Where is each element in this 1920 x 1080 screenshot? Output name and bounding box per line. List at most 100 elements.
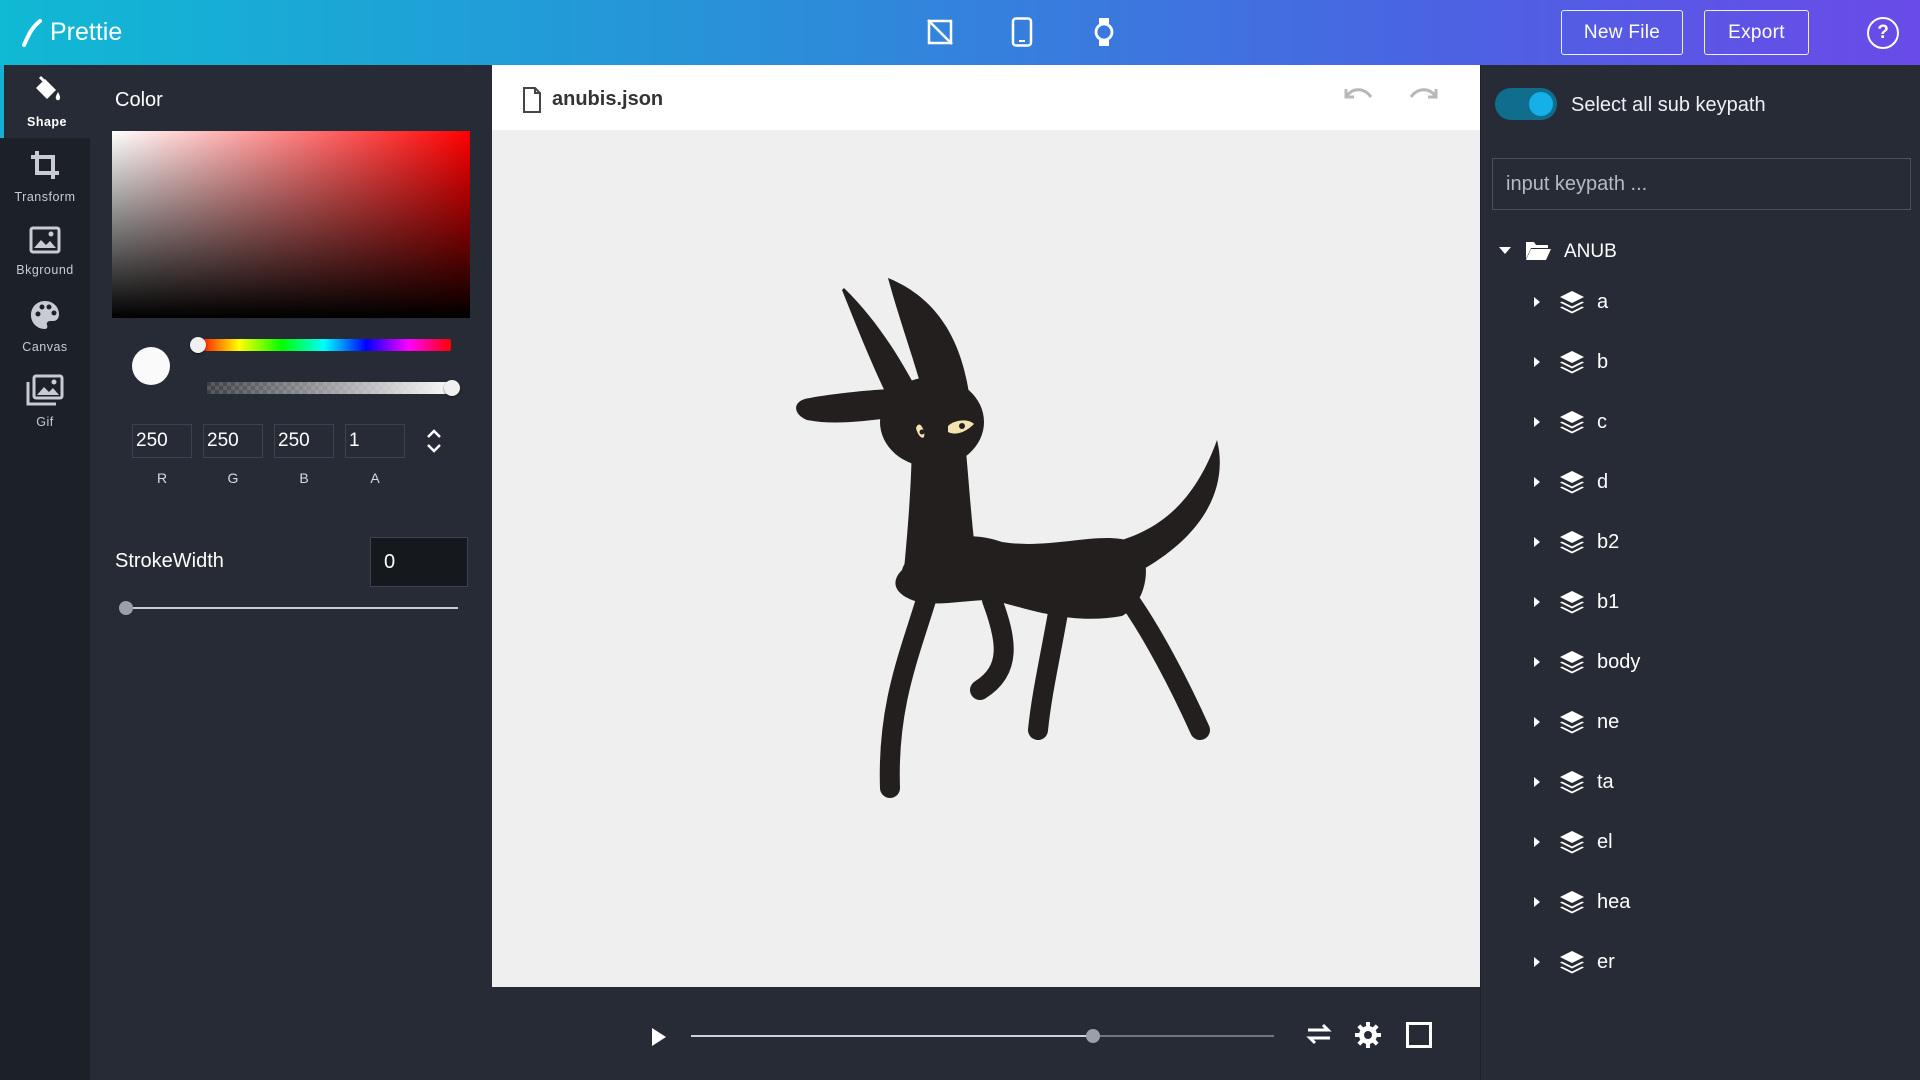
caret-right-icon[interactable] [1527, 656, 1547, 668]
caret-right-icon[interactable] [1527, 896, 1547, 908]
layers-panel: Select all sub keypath ANUB a b c d b2 b1 body… [1480, 65, 1920, 1080]
alpha-field[interactable] [345, 424, 405, 458]
caret-right-icon[interactable] [1527, 776, 1547, 788]
watch-icon[interactable] [1084, 10, 1124, 54]
layer-item-label: ta [1597, 770, 1614, 793]
red-field[interactable] [132, 424, 192, 458]
phone-icon[interactable] [1002, 10, 1042, 54]
layer-item[interactable]: ta [1527, 767, 1614, 797]
layer-item[interactable]: ne [1527, 707, 1619, 737]
rail-item-transform[interactable]: Transform [0, 140, 90, 213]
caret-right-icon[interactable] [1527, 716, 1547, 728]
caret-right-icon[interactable] [1527, 956, 1547, 968]
layer-item[interactable]: d [1527, 467, 1608, 497]
green-field[interactable] [203, 424, 263, 458]
select-all-toggle[interactable] [1495, 88, 1557, 120]
layers-icon [1559, 530, 1585, 554]
blue-field[interactable] [274, 424, 334, 458]
caret-right-icon[interactable] [1527, 476, 1547, 488]
layers-icon [1559, 710, 1585, 734]
timeline-progress [691, 1035, 1094, 1037]
layer-item[interactable]: hea [1527, 887, 1630, 917]
stroke-width-slider-handle[interactable] [119, 601, 133, 615]
loop-icon[interactable] [1304, 1021, 1334, 1052]
layers-icon [1559, 770, 1585, 794]
image-icon [29, 226, 61, 259]
caret-right-icon[interactable] [1527, 836, 1547, 848]
top-bar: Prettie New File Export ? [0, 0, 1920, 65]
palette-icon [29, 299, 61, 336]
device-selector [920, 10, 1124, 54]
new-file-button[interactable]: New File [1561, 10, 1683, 55]
layer-item-label: ne [1597, 710, 1620, 733]
layers-icon [1559, 950, 1585, 974]
rail-item-shape[interactable]: Shape [0, 65, 90, 138]
layer-item[interactable]: b [1527, 347, 1608, 377]
tree-root-label: ANUB [1564, 241, 1617, 262]
settings-icon[interactable] [1354, 1021, 1382, 1054]
caret-right-icon[interactable] [1527, 296, 1547, 308]
layer-item[interactable]: b2 [1527, 527, 1619, 557]
no-device-icon[interactable] [920, 10, 960, 54]
layers-icon [1559, 410, 1585, 434]
layer-item[interactable]: b1 [1527, 587, 1619, 617]
layers-icon [1559, 830, 1585, 854]
rail-item-gif[interactable]: Gif [0, 365, 90, 438]
play-icon[interactable] [650, 1027, 668, 1052]
timeline-handle[interactable] [1086, 1029, 1101, 1043]
rail-item-bkground[interactable]: Bkground [0, 215, 90, 288]
layer-item-label: a [1597, 290, 1609, 313]
layer-item[interactable]: c [1527, 407, 1607, 437]
layer-item[interactable]: body [1527, 647, 1640, 677]
layers-icon [1559, 890, 1585, 914]
caret-right-icon[interactable] [1527, 416, 1547, 428]
layer-item-label: er [1597, 950, 1615, 973]
alpha-slider[interactable] [207, 382, 451, 394]
rail-item-label: Canvas [22, 340, 68, 354]
rail-item-label: Shape [26, 115, 67, 129]
tree-root[interactable]: ANUB [1498, 237, 1617, 267]
caret-right-icon[interactable] [1527, 356, 1547, 368]
crop-icon [29, 149, 61, 186]
keypath-input[interactable] [1492, 158, 1911, 210]
file-name: anubis.json [552, 88, 664, 110]
stroke-width-input[interactable] [370, 537, 468, 587]
layers-icon [1559, 470, 1585, 494]
caret-right-icon[interactable] [1527, 536, 1547, 548]
layer-item-label: body [1597, 650, 1641, 673]
layer-item[interactable]: el [1527, 827, 1613, 857]
hue-slider[interactable] [197, 339, 451, 351]
help-icon[interactable]: ? [1867, 17, 1899, 49]
layer-item-label: d [1597, 470, 1609, 493]
caret-right-icon[interactable] [1527, 596, 1547, 608]
file-icon [522, 87, 542, 118]
select-all-label: Select all sub keypath [1571, 94, 1766, 116]
stroke-width-slider[interactable] [125, 607, 458, 609]
export-button[interactable]: Export [1704, 10, 1809, 55]
images-icon [26, 374, 64, 411]
alpha-slider-handle[interactable] [444, 380, 460, 396]
rail-item-canvas[interactable]: Canvas [0, 290, 90, 363]
rail-item-label: Bkground [16, 263, 74, 277]
hue-slider-handle[interactable] [190, 337, 206, 353]
folder-open-icon [1524, 239, 1552, 266]
rail-item-label: Gif [36, 415, 54, 429]
layer-item[interactable]: a [1527, 287, 1608, 317]
layer-item-label: el [1597, 830, 1613, 853]
brand[interactable]: Prettie [20, 0, 122, 65]
layer-item[interactable]: er [1527, 947, 1615, 977]
blue-label: B [299, 470, 309, 486]
layers-icon [1559, 650, 1585, 674]
animation-canvas[interactable] [492, 130, 1480, 987]
undo-icon[interactable] [1342, 83, 1374, 112]
layer-item-label: b [1597, 350, 1609, 373]
redo-icon[interactable] [1408, 83, 1440, 112]
app-name: Prettie [50, 18, 123, 46]
layer-item-label: b2 [1597, 530, 1620, 553]
color-mode-toggle-icon[interactable] [424, 426, 444, 456]
saturation-value-picker[interactable] [112, 131, 470, 318]
layer-item-label: c [1597, 410, 1607, 433]
fullscreen-icon[interactable] [1405, 1021, 1433, 1054]
color-section-title: Color [115, 89, 163, 111]
green-label: G [227, 470, 239, 486]
